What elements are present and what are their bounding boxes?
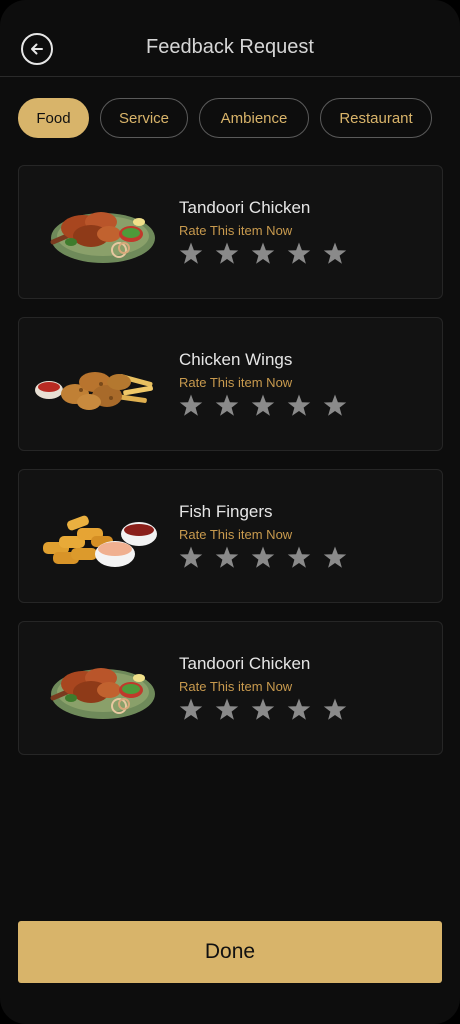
star-icon[interactable] (215, 242, 239, 265)
feedback-screen: Feedback Request Food Service Ambience R… (0, 0, 460, 1024)
item-name: Tandoori Chicken (179, 654, 311, 673)
star-icon[interactable] (323, 546, 347, 569)
star-icon[interactable] (323, 698, 347, 721)
food-item-card: Tandoori Chicken Rate This item Now (18, 621, 443, 755)
star-rating (179, 242, 347, 265)
star-icon[interactable] (251, 394, 275, 417)
category-tabs: Food Service Ambience Restaurant (18, 98, 432, 138)
star-icon[interactable] (287, 242, 311, 265)
star-icon[interactable] (251, 698, 275, 721)
star-icon[interactable] (179, 698, 203, 721)
star-icon[interactable] (287, 546, 311, 569)
fish-fingers-image (43, 515, 157, 567)
star-icon[interactable] (251, 546, 275, 569)
food-item-card: Fish Fingers Rate This item Now (18, 469, 443, 603)
star-icon[interactable] (323, 242, 347, 265)
star-icon[interactable] (287, 698, 311, 721)
star-icon[interactable] (215, 394, 239, 417)
star-icon[interactable] (323, 394, 347, 417)
star-icon[interactable] (215, 698, 239, 721)
tab-ambience[interactable]: Ambience (199, 98, 309, 138)
rate-prompt: Rate This item Now (179, 527, 293, 542)
item-name: Tandoori Chicken (179, 198, 311, 217)
star-icon[interactable] (287, 394, 311, 417)
tab-service[interactable]: Service (100, 98, 188, 138)
star-rating (179, 698, 347, 721)
tab-restaurant[interactable]: Restaurant (320, 98, 432, 138)
star-icon[interactable] (179, 546, 203, 569)
page-title: Feedback Request (146, 36, 314, 58)
tab-food[interactable]: Food (18, 98, 89, 138)
star-icon[interactable] (179, 242, 203, 265)
food-item-card: Chicken Wings Rate This item Now (18, 317, 443, 451)
done-button[interactable]: Done (18, 921, 442, 983)
tandoori-chicken-image (50, 668, 155, 719)
rate-prompt: Rate This item Now (179, 375, 293, 390)
item-name: Chicken Wings (179, 350, 293, 369)
rate-prompt: Rate This item Now (179, 679, 293, 694)
star-icon[interactable] (179, 394, 203, 417)
star-icon[interactable] (251, 242, 275, 265)
star-rating (179, 394, 347, 417)
chicken-wings-image (35, 372, 153, 410)
tandoori-chicken-image (50, 212, 155, 263)
item-name: Fish Fingers (179, 502, 273, 521)
food-item-card: Tandoori Chicken Rate This item Now (18, 165, 443, 299)
rate-prompt: Rate This item Now (179, 223, 293, 238)
header: Feedback Request (0, 0, 460, 77)
star-rating (179, 546, 347, 569)
star-icon[interactable] (215, 546, 239, 569)
